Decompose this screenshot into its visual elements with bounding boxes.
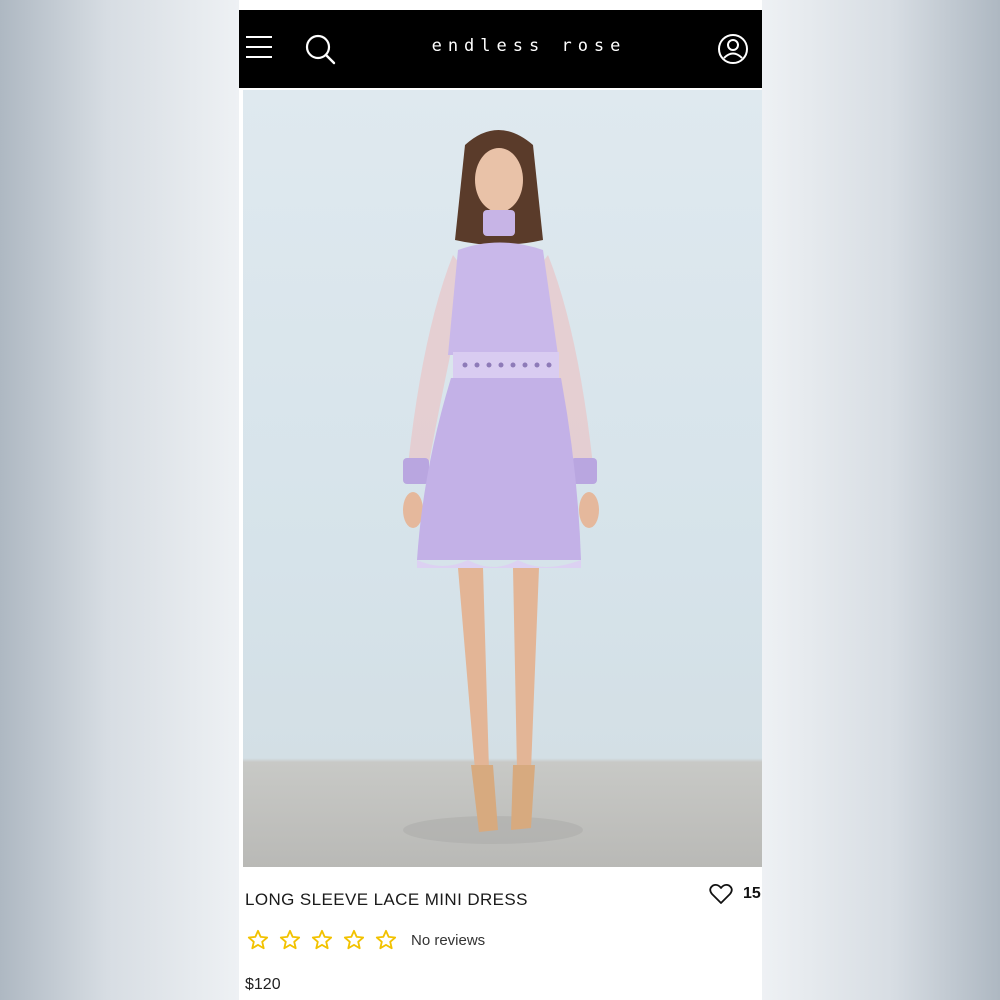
- product-price: $120: [245, 976, 281, 993]
- heart-icon[interactable]: [709, 883, 733, 905]
- search-icon[interactable]: [303, 32, 337, 66]
- menu-icon[interactable]: [246, 36, 272, 60]
- product-image[interactable]: [243, 90, 762, 867]
- top-navigation-bar: endless rose: [239, 10, 762, 88]
- phone-screen: endless rose LONG SLEEVE LACE MINI DRESS…: [239, 10, 762, 1000]
- reviews-link[interactable]: No reviews: [411, 932, 485, 949]
- star-icon[interactable]: [279, 929, 301, 951]
- blurred-left-panel: [0, 0, 239, 1000]
- star-rating[interactable]: No reviews: [247, 929, 485, 951]
- brand-logo[interactable]: endless rose: [389, 36, 669, 56]
- blurred-right-panel: [762, 0, 1000, 1000]
- star-icon[interactable]: [343, 929, 365, 951]
- wishlist-count: 15: [743, 885, 761, 902]
- product-title: LONG SLEEVE LACE MINI DRESS: [245, 890, 528, 909]
- wishlist-button[interactable]: 15: [709, 883, 761, 905]
- model-wearing-dress-illustration: [403, 130, 599, 844]
- star-icon[interactable]: [375, 929, 397, 951]
- star-icon[interactable]: [311, 929, 333, 951]
- star-icon[interactable]: [247, 929, 269, 951]
- account-icon[interactable]: [716, 32, 750, 66]
